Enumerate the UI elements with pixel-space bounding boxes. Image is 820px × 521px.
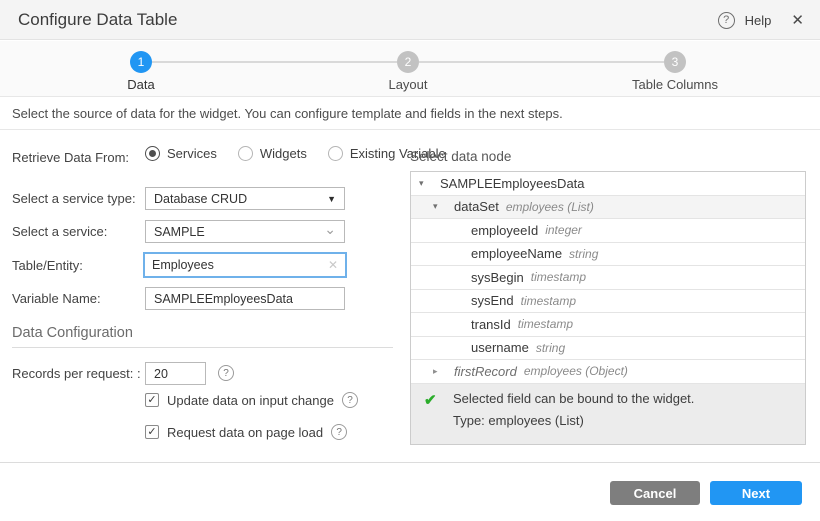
- radio-widgets-control[interactable]: [237, 146, 253, 161]
- wizard-stepper: 1 2 3 Data Layout Table Columns: [0, 41, 820, 97]
- node-name: username: [471, 340, 529, 356]
- close-icon[interactable]: ✕: [791, 11, 804, 29]
- node-name: sysBegin: [471, 269, 524, 285]
- footer-divider: [0, 462, 820, 463]
- table-entity-field-wrap: ✕: [143, 252, 347, 278]
- node-name: dataSet: [454, 199, 499, 215]
- question-glyph: ?: [347, 394, 353, 406]
- update-on-input-change-row[interactable]: ✓ Update data on input change ?: [145, 392, 358, 408]
- node-type: employees (Object): [523, 364, 628, 379]
- stepper-connector: [419, 61, 664, 63]
- tree-row-username[interactable]: username string: [411, 336, 805, 360]
- service-value: SAMPLE: [154, 224, 205, 239]
- title-bar-actions: ? Help ✕: [717, 0, 804, 40]
- question-glyph: ?: [723, 14, 730, 26]
- node-name: transId: [471, 316, 511, 332]
- clear-icon[interactable]: ✕: [328, 258, 338, 272]
- service-type-value: Database CRUD: [154, 191, 248, 206]
- node-name: firstRecord: [454, 363, 517, 379]
- success-check-icon: ✔: [424, 391, 437, 409]
- check-icon: ✓: [147, 393, 157, 406]
- step-1-label[interactable]: Data: [127, 77, 154, 92]
- chevron-down-icon[interactable]: ▾: [419, 178, 431, 189]
- table-entity-input[interactable]: [152, 258, 328, 272]
- radio-services-control[interactable]: [145, 146, 160, 161]
- tree-row-transid[interactable]: transId timestamp: [411, 313, 805, 337]
- chevron-right-icon[interactable]: ▸: [433, 366, 445, 377]
- request-on-page-load-help-icon[interactable]: ?: [331, 424, 348, 440]
- title-bar: Configure Data Table ? Help ✕: [0, 0, 820, 40]
- service-type-label: Select a service type:: [12, 191, 136, 206]
- stepper-connector: [152, 61, 397, 63]
- tree-row-sysend[interactable]: sysEnd timestamp: [411, 289, 805, 313]
- records-per-request-label: Records per request: :: [12, 366, 141, 381]
- binding-info-box: ✔ Selected field can be bound to the wid…: [411, 383, 805, 444]
- node-type: timestamp: [520, 293, 576, 308]
- data-source-radio-group: Services Widgets Existing Variable: [145, 146, 446, 161]
- table-entity-label: Table/Entity:: [12, 258, 83, 273]
- step-1-circle[interactable]: 1: [130, 51, 152, 73]
- help-link[interactable]: Help: [745, 13, 772, 28]
- request-on-page-load-row[interactable]: ✓ Request data on page load ?: [145, 424, 348, 440]
- node-type: employees (List): [505, 199, 594, 214]
- cancel-button[interactable]: Cancel: [610, 481, 700, 505]
- node-type: timestamp: [517, 317, 574, 332]
- radio-widgets-label: Widgets: [259, 146, 307, 161]
- tree-row-sysbegin[interactable]: sysBegin timestamp: [411, 266, 805, 290]
- radio-services[interactable]: Services: [145, 146, 217, 161]
- request-on-page-load-checkbox[interactable]: ✓: [145, 425, 159, 439]
- node-type: string: [535, 340, 566, 355]
- records-per-request-input[interactable]: [145, 362, 206, 385]
- tree-row-employeeid[interactable]: employeeId integer: [411, 219, 805, 243]
- node-name: SAMPLEEmployeesData: [440, 175, 585, 191]
- update-on-input-change-checkbox[interactable]: ✓: [145, 393, 159, 407]
- retrieve-data-from-label: Retrieve Data From:: [12, 150, 130, 165]
- check-icon: ✓: [147, 425, 157, 438]
- tree-row-employeename[interactable]: employeeName string: [411, 242, 805, 266]
- binding-info-type: Type: employees (List): [453, 412, 584, 428]
- data-node-tree: ▾ SAMPLEEmployeesData ▾ dataSet employee…: [410, 171, 806, 445]
- binding-info-message: Selected field can be bound to the widge…: [453, 390, 695, 406]
- update-on-input-change-help-icon[interactable]: ?: [341, 392, 358, 408]
- data-configuration-heading: Data Configuration: [12, 325, 133, 341]
- step-3-label[interactable]: Table Columns: [632, 77, 718, 92]
- tree-row-dataset[interactable]: ▾ dataSet employees (List): [411, 195, 805, 219]
- question-glyph: ?: [336, 426, 342, 438]
- request-on-page-load-label: Request data on page load: [167, 424, 324, 440]
- service-label: Select a service:: [12, 224, 108, 239]
- tree-row-firstrecord[interactable]: ▸ firstRecord employees (Object): [411, 360, 805, 384]
- variable-name-label: Variable Name:: [12, 291, 101, 306]
- dropdown-caret-icon: ▼: [327, 193, 336, 204]
- node-type: integer: [545, 223, 582, 238]
- radio-existing-variable-control[interactable]: [327, 146, 343, 161]
- configure-data-table-dialog: Configure Data Table ? Help ✕ 1 2 3 Data…: [0, 0, 820, 521]
- chevron-down-icon[interactable]: ▾: [433, 201, 445, 212]
- node-type: timestamp: [530, 270, 587, 285]
- next-button[interactable]: Next: [710, 481, 802, 505]
- step-description: Select the source of data for the widget…: [0, 98, 820, 130]
- node-name: sysEnd: [471, 293, 514, 309]
- node-name: employeeId: [471, 222, 539, 238]
- radio-services-label: Services: [167, 146, 217, 161]
- tree-row-root[interactable]: ▾ SAMPLEEmployeesData: [411, 172, 805, 196]
- step-3-circle[interactable]: 3: [664, 51, 686, 73]
- update-on-input-change-label: Update data on input change: [167, 392, 334, 408]
- chevron-down-icon: ⌄: [324, 220, 336, 237]
- records-help-icon[interactable]: ?: [218, 365, 234, 381]
- node-type: string: [569, 246, 599, 261]
- step-2-circle[interactable]: 2: [397, 51, 419, 73]
- service-type-select[interactable]: Database CRUD ▼: [145, 187, 345, 210]
- step-2-label[interactable]: Layout: [388, 77, 427, 92]
- radio-widgets[interactable]: Widgets: [237, 146, 307, 161]
- help-icon[interactable]: ?: [717, 11, 735, 29]
- dialog-title: Configure Data Table: [18, 10, 178, 29]
- question-glyph: ?: [223, 367, 229, 379]
- select-data-node-heading: Select data node: [410, 149, 512, 164]
- section-divider: [12, 347, 393, 348]
- variable-name-input[interactable]: [145, 287, 345, 310]
- node-name: employeeName: [471, 246, 563, 262]
- service-select[interactable]: SAMPLE ⌄: [145, 220, 345, 243]
